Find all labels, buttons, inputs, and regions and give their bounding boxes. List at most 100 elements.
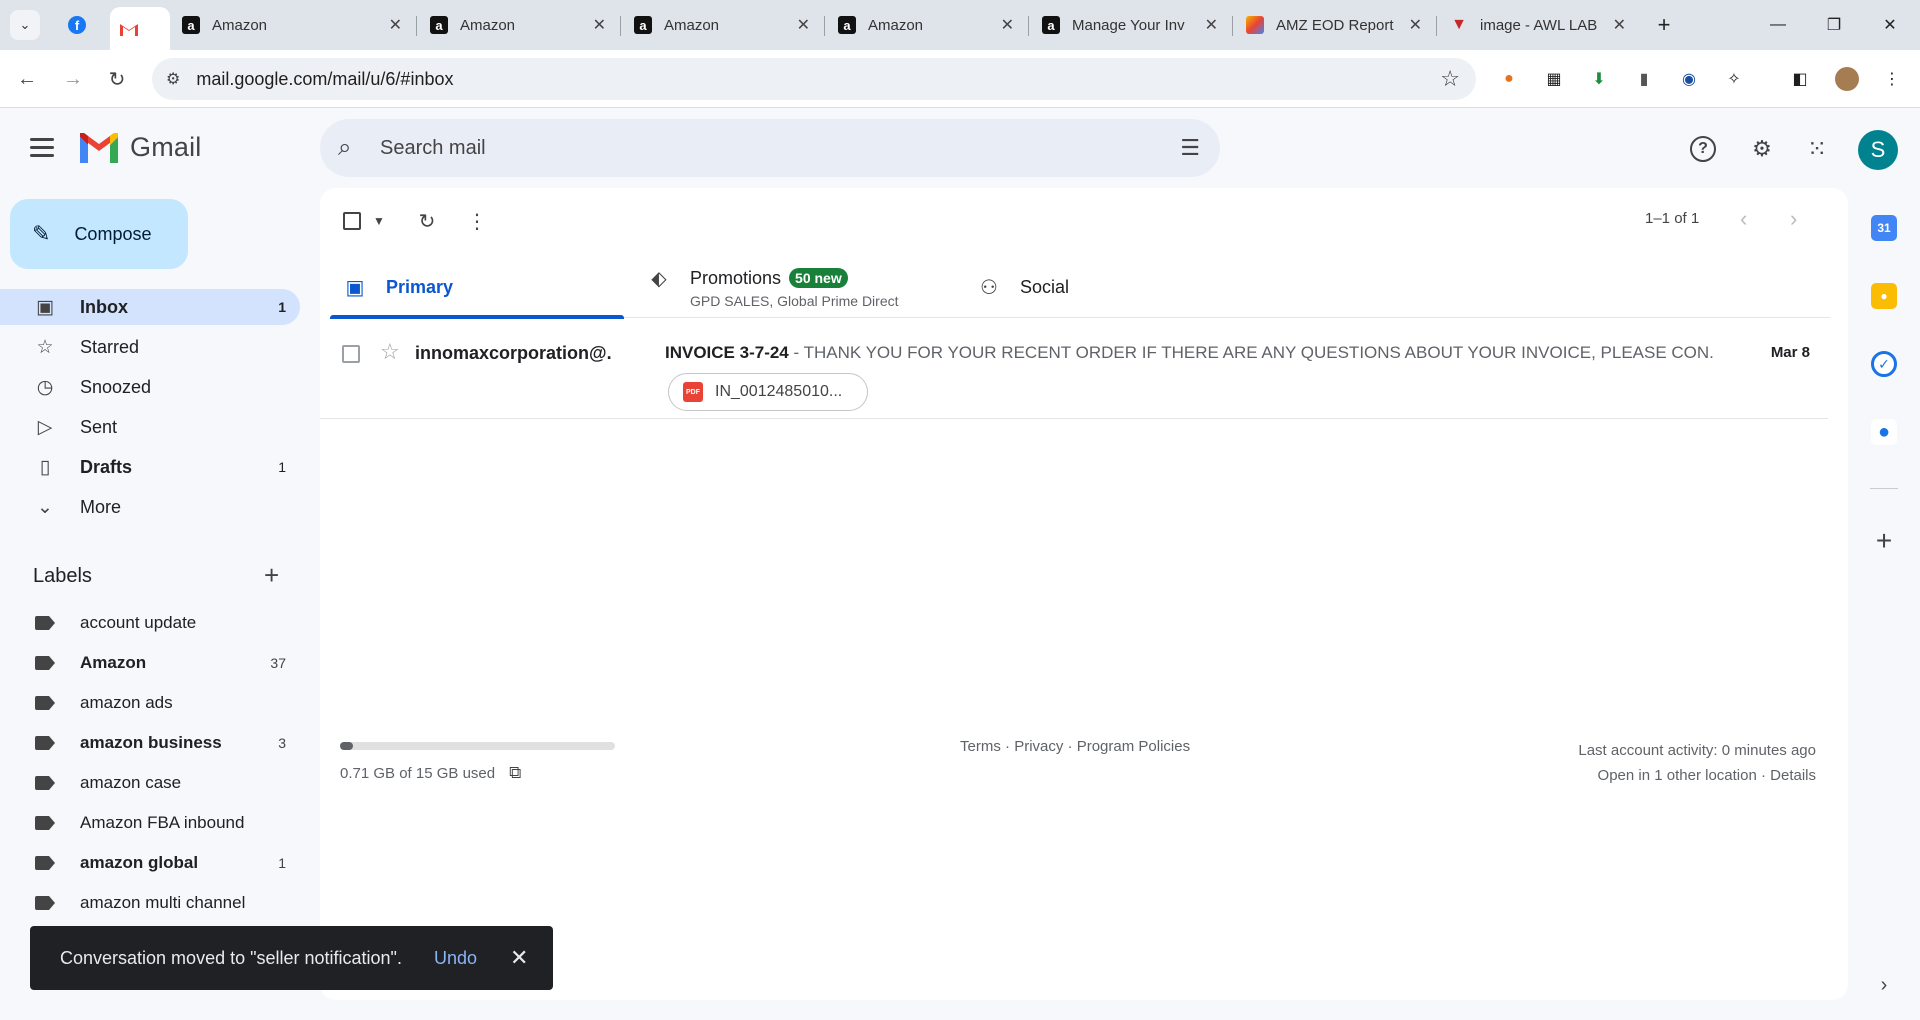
more-options-icon[interactable]: ⋮: [462, 206, 492, 236]
attachment-chip[interactable]: PDF IN_0012485010...: [668, 373, 868, 411]
select-dropdown-icon[interactable]: ▼: [364, 206, 394, 236]
sidebar-item-label: More: [80, 496, 122, 517]
contacts-icon[interactable]: ●: [1871, 419, 1897, 445]
pagination-text: 1–1 of 1: [1645, 210, 1700, 227]
label-name: amazon business: [80, 733, 222, 752]
next-page-icon[interactable]: ›: [1790, 206, 1797, 232]
table-row[interactable]: ☆ innomaxcorporation@. INVOICE 3-7-24 - …: [320, 319, 1828, 419]
extension-bars-icon[interactable]: ▮: [1632, 67, 1656, 91]
send-icon: ▷: [37, 416, 53, 438]
tab-label: Primary: [386, 276, 454, 297]
tab-separator: [1028, 16, 1029, 36]
close-icon[interactable]: ✕: [510, 945, 528, 971]
label-item[interactable]: Amazon FBA inbound: [0, 805, 300, 841]
compose-button[interactable]: ✎ Compose: [10, 199, 188, 269]
tab-amazon-3[interactable]: a Amazon ✕: [624, 7, 820, 43]
sidebar-item-more[interactable]: ⌄ More: [0, 489, 300, 525]
bookmark-star-icon[interactable]: ☆: [1440, 66, 1460, 92]
add-addon-icon[interactable]: +: [1871, 525, 1897, 556]
close-tab-icon[interactable]: ✕: [593, 15, 606, 35]
tab-manage-inventory[interactable]: a Manage Your Inv ✕: [1032, 7, 1228, 43]
tab-gmail[interactable]: [110, 7, 170, 50]
tab-amazon-1[interactable]: a Amazon ✕: [172, 7, 412, 43]
browser-toolbar: ← → ↻ ⚙ mail.google.com/mail/u/6/#inbox …: [0, 50, 1920, 108]
sidebar-item-drafts[interactable]: ▯ Drafts 1: [0, 449, 300, 485]
extension-download-icon[interactable]: ⬇: [1587, 67, 1611, 91]
account-activity: Last account activity: 0 minutes ago Ope…: [1578, 738, 1816, 788]
label-item[interactable]: amazon global 1: [0, 845, 300, 881]
terms-link[interactable]: Terms: [960, 738, 1001, 755]
tab-primary[interactable]: ▣ Primary: [330, 256, 624, 319]
tag-icon: ⬖: [651, 267, 667, 290]
search-options-icon[interactable]: ☰: [1180, 135, 1200, 161]
other-location-text[interactable]: Open in 1 other location · Details: [1578, 763, 1816, 788]
minimize-button[interactable]: —: [1758, 10, 1798, 40]
extension-blue-icon[interactable]: ◉: [1677, 67, 1701, 91]
sidebar-item-sent[interactable]: ▷ Sent: [0, 409, 300, 445]
browser-menu-icon[interactable]: ⋮: [1880, 67, 1904, 91]
settings-gear-icon[interactable]: ⚙: [1745, 132, 1779, 166]
back-button[interactable]: ←: [12, 64, 42, 94]
tab-amazon-4[interactable]: a Amazon ✕: [828, 7, 1024, 43]
restore-button[interactable]: ❐: [1814, 10, 1854, 40]
add-label-icon[interactable]: +: [264, 560, 279, 591]
storage-progress-fill: [340, 742, 353, 750]
tab-amz-eod-report[interactable]: AMZ EOD Report ✕: [1236, 7, 1432, 43]
tab-social[interactable]: ⚇ Social: [976, 256, 1276, 318]
google-apps-icon[interactable]: ⁙: [1800, 132, 1834, 166]
select-all-checkbox[interactable]: [337, 206, 367, 236]
label-item[interactable]: amazon multi channel: [0, 885, 300, 921]
external-link-icon[interactable]: ⧉: [509, 763, 521, 783]
address-bar[interactable]: ⚙ mail.google.com/mail/u/6/#inbox ☆: [152, 58, 1476, 100]
keep-icon[interactable]: ●: [1871, 283, 1897, 309]
extensions-puzzle-icon[interactable]: ✧: [1722, 67, 1746, 91]
forward-button[interactable]: →: [58, 64, 88, 94]
star-icon[interactable]: ☆: [380, 339, 400, 365]
close-tab-icon[interactable]: ✕: [389, 15, 402, 35]
site-info-icon[interactable]: ⚙: [166, 69, 180, 89]
label-item[interactable]: amazon business 3: [0, 725, 300, 761]
undo-button[interactable]: Undo: [434, 948, 477, 969]
close-tab-icon[interactable]: ✕: [1001, 15, 1014, 35]
calendar-icon[interactable]: 31: [1871, 215, 1897, 241]
gmail-logo[interactable]: Gmail: [80, 132, 202, 163]
extension-orange-icon[interactable]: ●: [1497, 67, 1521, 91]
tab-amazon-2[interactable]: a Amazon ✕: [420, 7, 616, 43]
label-tag-icon: [35, 616, 55, 630]
profile-avatar-icon[interactable]: [1835, 67, 1859, 91]
sidebar-item-inbox[interactable]: ▣ Inbox 1: [0, 289, 300, 325]
label-item[interactable]: Amazon 37: [0, 645, 300, 681]
side-panel-icon[interactable]: ◧: [1788, 67, 1812, 91]
extension-qr-icon[interactable]: ▦: [1542, 67, 1566, 91]
privacy-link[interactable]: Privacy: [1014, 738, 1063, 755]
tab-promotions[interactable]: ⬖ Promotions 50 new GPD SALES, Global Pr…: [646, 256, 946, 318]
previous-page-icon[interactable]: ‹: [1740, 206, 1747, 232]
main-menu-icon[interactable]: [30, 132, 60, 162]
program-policies-link[interactable]: Program Policies: [1077, 738, 1190, 755]
search-icon[interactable]: ⌕: [338, 134, 368, 162]
close-window-button[interactable]: ✕: [1870, 10, 1910, 40]
row-checkbox[interactable]: [342, 345, 360, 363]
tab-separator: [620, 16, 621, 36]
sidebar-item-snoozed[interactable]: ◷ Snoozed: [0, 369, 300, 405]
label-name: Amazon FBA inbound: [80, 813, 245, 832]
help-icon[interactable]: ?: [1690, 136, 1716, 162]
expand-panel-icon[interactable]: ›: [1871, 972, 1897, 998]
label-item[interactable]: account update: [0, 605, 300, 641]
reload-button[interactable]: ↻: [102, 64, 132, 94]
account-avatar[interactable]: S: [1858, 130, 1898, 170]
tab-search-button[interactable]: ⌄: [10, 10, 40, 40]
label-item[interactable]: amazon case: [0, 765, 300, 801]
label-item[interactable]: amazon ads: [0, 685, 300, 721]
new-tab-button[interactable]: +: [1644, 10, 1684, 40]
refresh-icon[interactable]: ↻: [412, 206, 442, 236]
close-tab-icon[interactable]: ✕: [1409, 15, 1422, 35]
close-tab-icon[interactable]: ✕: [797, 15, 810, 35]
tab-awl-lab[interactable]: ▼ image - AWL LAB ✕: [1440, 7, 1636, 43]
tasks-icon[interactable]: ✓: [1871, 351, 1897, 377]
search-input[interactable]: [380, 136, 1080, 160]
close-tab-icon[interactable]: ✕: [1205, 15, 1218, 35]
tab-facebook[interactable]: f: [58, 7, 106, 43]
close-tab-icon[interactable]: ✕: [1613, 15, 1626, 35]
sidebar-item-starred[interactable]: ☆ Starred: [0, 329, 300, 365]
